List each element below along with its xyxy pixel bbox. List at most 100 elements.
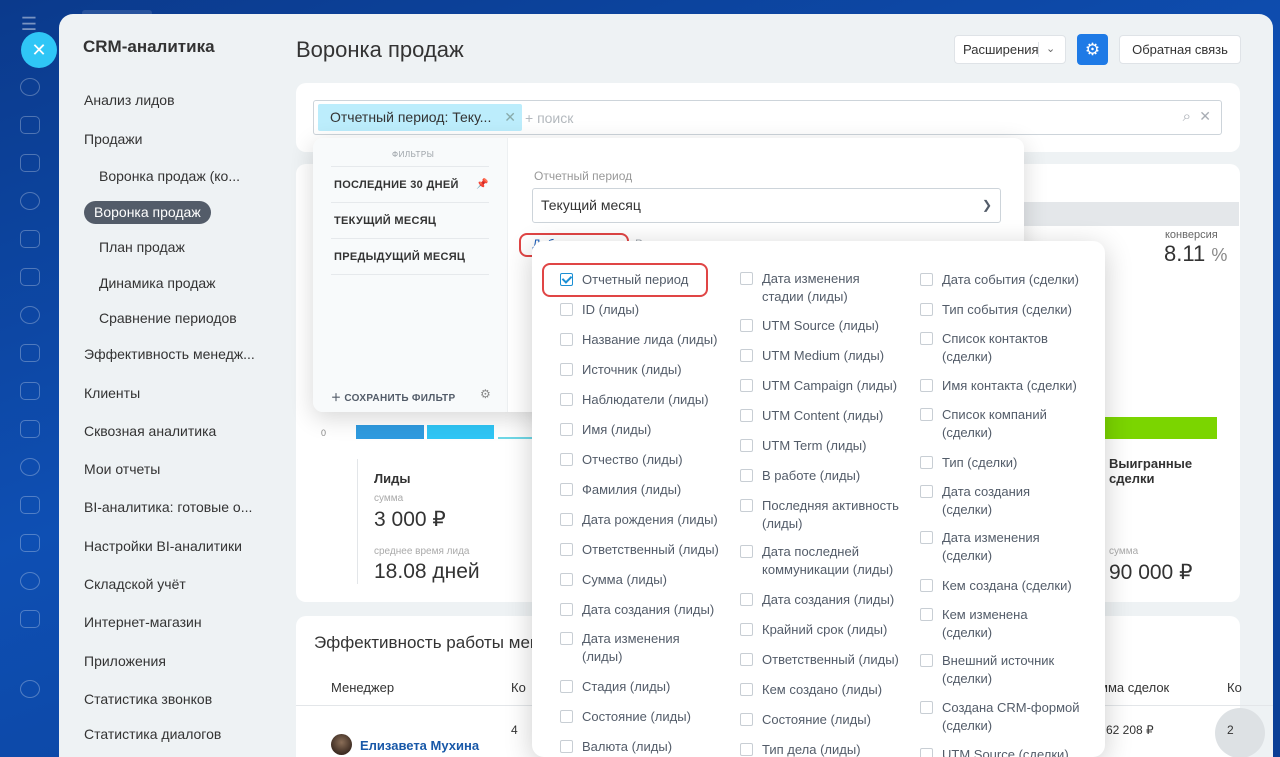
field-checkbox[interactable]	[920, 579, 933, 592]
search-input[interactable]: Отчетный период: Теку... ✕ + поиск ⌕ ✕	[313, 100, 1222, 135]
users-icon[interactable]	[20, 458, 40, 476]
field-label[interactable]: Валюта (лиды)	[582, 738, 672, 755]
field-label[interactable]: UTM Source (сделки)	[942, 746, 1069, 757]
sidebar-item-bi-ready[interactable]: BI-аналитика: готовые о...	[84, 499, 252, 515]
field-checkbox[interactable]	[740, 653, 753, 666]
gear-icon[interactable]: ⚙	[480, 387, 491, 401]
field-label[interactable]: Дата создания (лиды)	[762, 591, 894, 608]
field-label[interactable]: Тип события (сделки)	[942, 301, 1072, 318]
sidebar-item-end-to-end[interactable]: Сквозная аналитика	[84, 423, 216, 439]
preset-current-month[interactable]: ТЕКУЩИЙ МЕСЯЦ	[334, 215, 436, 227]
field-checkbox[interactable]	[740, 683, 753, 696]
field-label[interactable]: Отчество (лиды)	[582, 451, 683, 468]
chip-close-icon[interactable]: ✕	[504, 104, 516, 131]
field-checkbox[interactable]	[740, 469, 753, 482]
field-checkbox[interactable]	[560, 363, 573, 376]
col-last[interactable]: Ко	[1227, 680, 1242, 695]
sidebar-item-clients[interactable]: Клиенты	[84, 385, 140, 401]
field-checkbox[interactable]	[560, 573, 573, 586]
field-checkbox[interactable]	[560, 453, 573, 466]
settings-icon[interactable]	[20, 680, 40, 698]
settings-gear-button[interactable]: ⚙	[1077, 34, 1108, 65]
field-label[interactable]: Тип (сделки)	[942, 454, 1017, 471]
field-checkbox[interactable]	[560, 513, 573, 526]
filter-chip[interactable]: Отчетный период: Теку... ✕	[318, 104, 522, 131]
field-label[interactable]: Кем создано (лиды)	[762, 681, 882, 698]
col-count[interactable]: Ко	[511, 680, 526, 695]
field-label[interactable]: Последняя активность	[762, 497, 899, 514]
field-label-line2[interactable]: (лиды)	[582, 648, 622, 665]
field-label[interactable]: Дата изменения	[942, 529, 1040, 546]
field-label-line2[interactable]: (сделки)	[942, 624, 992, 641]
field-label[interactable]: Создана CRM-формой	[942, 699, 1080, 716]
field-label[interactable]: Состояние (лиды)	[762, 711, 871, 728]
field-checkbox[interactable]	[560, 603, 573, 616]
field-label[interactable]: Дата рождения (лиды)	[582, 511, 718, 528]
field-checkbox[interactable]	[740, 593, 753, 606]
field-checkbox[interactable]	[560, 423, 573, 436]
field-checkbox[interactable]	[920, 531, 933, 544]
field-checkbox[interactable]	[920, 408, 933, 421]
field-checkbox[interactable]	[560, 543, 573, 556]
field-label[interactable]: Состояние (лиды)	[582, 708, 691, 725]
field-checkbox[interactable]	[560, 483, 573, 496]
crm-icon[interactable]	[20, 192, 40, 210]
search-icon[interactable]: ⌕	[1183, 108, 1191, 125]
field-label[interactable]: В работе (лиды)	[762, 467, 860, 484]
field-label-line2[interactable]: (сделки)	[942, 501, 992, 518]
field-checkbox[interactable]	[740, 319, 753, 332]
field-label[interactable]: UTM Source (лиды)	[762, 317, 879, 334]
sidebar-item-sales-funnel-contact[interactable]: Воронка продаж (ко...	[99, 168, 240, 184]
activity-icon[interactable]	[20, 78, 40, 96]
field-label[interactable]: Ответственный (лиды)	[582, 541, 719, 558]
field-label[interactable]: Отчетный период	[582, 271, 688, 288]
field-label[interactable]: Стадия (лиды)	[582, 678, 670, 695]
field-label[interactable]: Название лида (лиды)	[582, 331, 717, 348]
field-label[interactable]: Список компаний	[942, 406, 1047, 423]
hr-icon[interactable]	[20, 572, 40, 590]
preset-last-30-days[interactable]: ПОСЛЕДНИЕ 30 ДНЕЙ	[334, 179, 459, 191]
field-checkbox[interactable]	[560, 680, 573, 693]
field-label-line2[interactable]: стадии (лиды)	[762, 288, 848, 305]
field-checkbox[interactable]	[740, 349, 753, 362]
field-label-line2[interactable]: (сделки)	[942, 547, 992, 564]
preset-previous-month[interactable]: ПРЕДЫДУЩИЙ МЕСЯЦ	[334, 251, 465, 263]
field-checkbox[interactable]	[920, 379, 933, 392]
field-label[interactable]: UTM Campaign (лиды)	[762, 377, 897, 394]
field-label[interactable]: Дата события (сделки)	[942, 271, 1079, 288]
menu-icon[interactable]: ☰	[19, 14, 39, 34]
field-checkbox[interactable]	[920, 303, 933, 316]
field-checkbox[interactable]	[740, 713, 753, 726]
field-label[interactable]: Дата изменения	[582, 630, 680, 647]
sidebar-item-period-compare[interactable]: Сравнение периодов	[99, 310, 237, 326]
field-label[interactable]: Имя контакта (сделки)	[942, 377, 1077, 394]
sidebar-item-sales-plan[interactable]: План продаж	[99, 239, 185, 255]
field-checkbox[interactable]	[920, 332, 933, 345]
field-checkbox[interactable]	[560, 632, 573, 645]
sidebar-item-lead-analysis[interactable]: Анализ лидов	[84, 92, 175, 108]
field-checkbox[interactable]	[920, 654, 933, 667]
scroll-button[interactable]	[1215, 708, 1265, 757]
field-label-line2[interactable]: (сделки)	[942, 670, 992, 687]
field-checkbox[interactable]	[740, 743, 753, 756]
period-select[interactable]: Текущий месяц ❯	[532, 188, 1001, 223]
field-checkbox[interactable]	[740, 439, 753, 452]
field-checkbox[interactable]	[560, 333, 573, 346]
field-label[interactable]: Ответственный (лиды)	[762, 651, 899, 668]
sidebar-item-sales-dynamics[interactable]: Динамика продаж	[99, 275, 216, 291]
close-icon[interactable]: ✕	[21, 32, 57, 68]
field-checkbox[interactable]	[920, 456, 933, 469]
sidebar-item-bi-settings[interactable]: Настройки BI-аналитики	[84, 538, 242, 554]
sidebar-item-eshop[interactable]: Интернет-магазин	[84, 614, 202, 630]
field-label[interactable]: Наблюдатели (лиды)	[582, 391, 709, 408]
manager-name-link[interactable]: Елизавета Мухина	[360, 738, 479, 753]
field-label[interactable]: Дата создания (лиды)	[582, 601, 714, 618]
field-label[interactable]: Список контактов	[942, 330, 1048, 347]
field-checkbox[interactable]	[920, 273, 933, 286]
clear-icon[interactable]: ✕	[1199, 108, 1211, 125]
field-checkbox[interactable]	[920, 701, 933, 714]
sidebar-item-sales-funnel[interactable]: Воронка продаж	[84, 201, 211, 224]
field-checkbox[interactable]	[740, 499, 753, 512]
field-label[interactable]: UTM Medium (лиды)	[762, 347, 884, 364]
field-label-line2[interactable]: коммуникации (лиды)	[762, 561, 893, 578]
